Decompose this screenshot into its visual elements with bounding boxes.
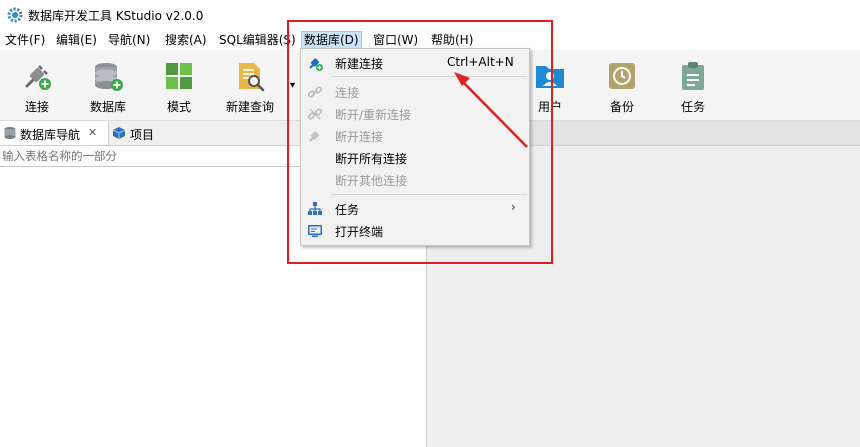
toolbar-database-button[interactable]: 数据库 <box>80 58 136 116</box>
backup-clock-icon <box>609 63 635 89</box>
tab-database-navigator[interactable]: 数据库导航 ✕ <box>0 121 109 145</box>
toolbar-connect-button[interactable]: 连接 <box>9 58 65 116</box>
menu-navigate[interactable]: 导航(N) <box>106 32 152 49</box>
toolbar-backup-label: 备份 <box>609 100 634 114</box>
plug-add-icon <box>25 65 51 90</box>
menu-search[interactable]: 搜索(A) <box>163 32 209 49</box>
toolbar-task-label: 任务 <box>680 100 705 114</box>
tab-database-navigator-label: 数据库导航 <box>20 128 81 142</box>
toolbar-database-label: 数据库 <box>89 100 126 114</box>
annotation-highlight-box <box>287 20 553 264</box>
toolbar-schema-label: 模式 <box>166 100 191 114</box>
schema-blocks-icon <box>166 63 192 89</box>
toolbar-connect-label: 连接 <box>24 100 49 114</box>
project-cube-icon <box>112 127 126 139</box>
menu-edit[interactable]: 编辑(E) <box>54 32 99 49</box>
menu-sql-editor[interactable]: SQL编辑器(S) <box>217 32 298 49</box>
tab-close-icon[interactable]: ✕ <box>88 126 97 139</box>
window-title: 数据库开发工具 KStudio v2.0.0 <box>28 9 204 23</box>
database-add-icon <box>95 63 123 91</box>
toolbar-backup-button[interactable]: 备份 <box>594 58 650 116</box>
toolbar-new-query-button[interactable]: 新建查询 <box>222 58 278 116</box>
toolbar-task-button[interactable]: 任务 <box>665 58 721 116</box>
menu-file[interactable]: 文件(F) <box>3 32 47 49</box>
tab-project[interactable]: 项目 <box>130 126 154 143</box>
new-query-icon <box>239 63 265 92</box>
task-clipboard-icon <box>682 62 704 90</box>
toolbar-schema-button[interactable]: 模式 <box>151 58 207 116</box>
toolbar-new-query-label: 新建查询 <box>225 100 274 114</box>
app-gear-icon <box>7 7 23 23</box>
db-navigator-icon <box>4 127 16 139</box>
